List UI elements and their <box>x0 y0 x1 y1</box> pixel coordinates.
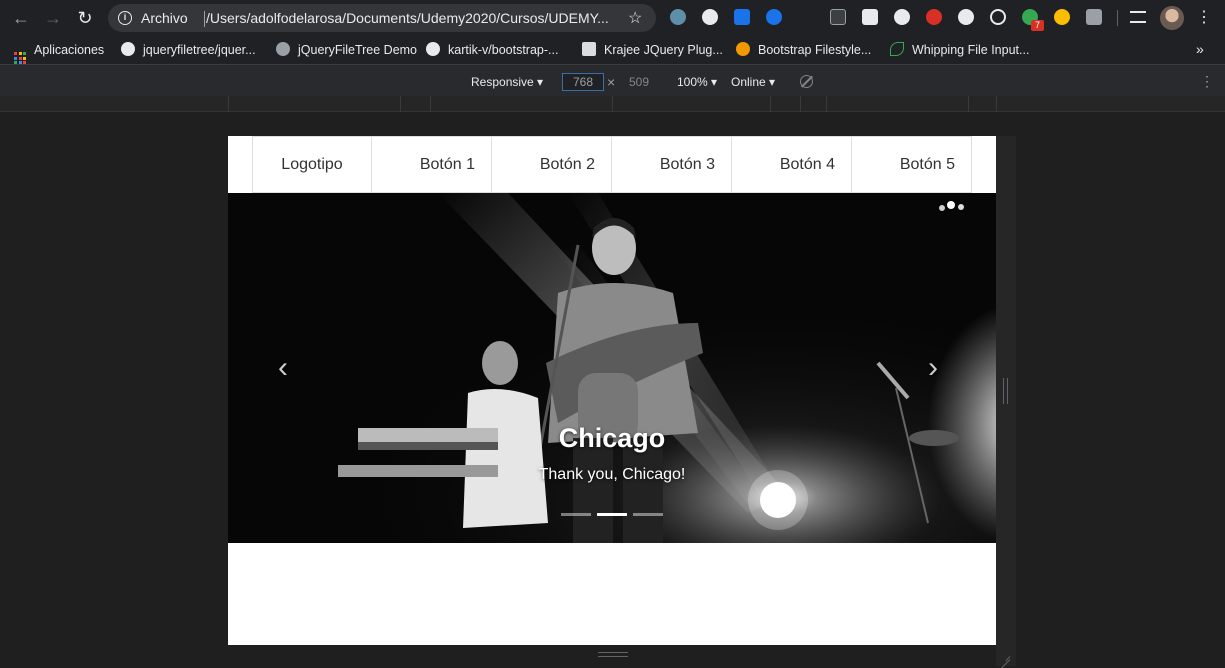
extension-search-icon[interactable] <box>702 9 718 25</box>
bookmark-whipping[interactable]: Whipping File Input... <box>890 41 1029 59</box>
carousel-caption-text: Thank you, Chicago! <box>538 466 686 483</box>
url-divider <box>204 11 205 27</box>
emulated-viewport: Logotipo Botón 1 Botón 2 Botón 3 Botón 4… <box>228 136 996 645</box>
rotate-icon[interactable] <box>800 75 813 88</box>
krajee-icon <box>582 42 596 56</box>
kebab-menu-icon[interactable]: ⋮ <box>1196 8 1212 28</box>
extension-moon-icon[interactable] <box>958 9 974 25</box>
nav-button-3[interactable]: Botón 3 <box>612 136 732 193</box>
carousel-prev-icon[interactable]: ‹ <box>278 353 288 383</box>
reload-icon[interactable]: ↻ <box>74 7 96 29</box>
extension-code-icon[interactable] <box>1086 9 1102 25</box>
nav-button-1[interactable]: Botón 1 <box>372 136 492 193</box>
bookmark-label: Aplicaciones <box>34 43 105 57</box>
throttle-select[interactable]: Online ▾ <box>731 75 775 89</box>
media-query-ruler <box>0 96 1225 112</box>
filestyle-icon <box>736 42 750 56</box>
globe-icon <box>276 42 290 56</box>
extension-target-icon[interactable] <box>990 9 1006 25</box>
nav-button-5[interactable]: Botón 5 <box>852 136 972 193</box>
browser-toolbar: ← → ↻ i Archivo /Users/adolfodelarosa/Do… <box>0 0 1225 36</box>
dimension-times-icon: × <box>607 74 616 90</box>
viewport-resize-handle-bottom[interactable] <box>598 652 628 657</box>
bookmark-label: jQueryFileTree Demo <box>298 43 418 57</box>
bookmark-apps[interactable]: Aplicaciones <box>14 41 105 64</box>
extension-terminal-icon[interactable] <box>830 9 846 25</box>
bookmark-jqueryfiletree-demo[interactable]: jQueryFileTree Demo <box>276 41 417 59</box>
nav-button-4[interactable]: Botón 4 <box>732 136 852 193</box>
carousel-indicator-2[interactable] <box>597 513 627 516</box>
device-select[interactable]: Responsive ▾ <box>471 75 543 89</box>
bookmark-label: Whipping File Input... <box>912 43 1030 57</box>
device-toolbar: Responsive ▾ 768 × 509 100% ▾ Online ▾ ⋮ <box>0 64 1225 96</box>
info-icon[interactable]: i <box>118 11 132 25</box>
bookmark-label: kartik-v/bootstrap-... <box>448 43 559 57</box>
bookmark-krajee[interactable]: Krajee JQuery Plug... <box>582 41 723 59</box>
extension-c-icon[interactable] <box>670 9 686 25</box>
star-icon[interactable]: ☆ <box>628 8 642 28</box>
bookmark-label: Krajee JQuery Plug... <box>604 43 723 57</box>
bookmarks-bar: Aplicaciones jqueryfiletree/jquer... jQu… <box>0 36 1225 64</box>
concert-photo <box>228 193 996 543</box>
bookmark-filestyle[interactable]: Bootstrap Filestyle... <box>736 41 871 59</box>
bookmark-jqueryfiletree[interactable]: jqueryfiletree/jquer... <box>121 41 256 59</box>
github-icon <box>426 42 440 56</box>
viewport-resize-handle-corner[interactable] <box>1000 650 1012 662</box>
bookmark-kartik[interactable]: kartik-v/bootstrap-... <box>426 41 558 59</box>
extension-grid-icon[interactable] <box>862 9 878 25</box>
carousel-indicator-1[interactable] <box>561 513 591 516</box>
avatar[interactable] <box>1160 6 1184 30</box>
extension-s-icon[interactable] <box>734 9 750 25</box>
bookmarks-overflow-icon[interactable]: » <box>1196 41 1204 57</box>
nav-logo[interactable]: Logotipo <box>252 136 372 193</box>
device-toolbar-menu-icon[interactable]: ⋮ <box>1200 73 1214 90</box>
back-arrow-icon[interactable]: ← <box>10 7 32 29</box>
image-carousel: ‹ › Chicago Thank you, Chicago! <box>228 193 996 543</box>
extension-check-icon[interactable] <box>766 9 782 25</box>
zoom-select[interactable]: 100% ▾ <box>677 75 717 89</box>
carousel-caption-title: Chicago <box>558 423 666 453</box>
media-queue-icon[interactable] <box>1130 11 1146 23</box>
extension-badge: 7 <box>1031 20 1044 31</box>
viewport-resize-handle-right[interactable] <box>1003 378 1008 404</box>
bookmark-label: Bootstrap Filestyle... <box>758 43 872 57</box>
forward-arrow-icon[interactable]: → <box>42 7 64 29</box>
apps-grid-icon <box>14 52 26 64</box>
url-text[interactable]: /Users/adolfodelarosa/Documents/Udemy202… <box>206 10 609 26</box>
extension-off-icon[interactable] <box>926 9 942 25</box>
carousel-indicator-3[interactable] <box>633 513 663 516</box>
url-scheme-label: Archivo <box>141 10 188 26</box>
toolbar-divider <box>1117 10 1118 26</box>
carousel-indicators <box>561 513 663 516</box>
site-navigation: Logotipo Botón 1 Botón 2 Botón 3 Botón 4… <box>252 136 972 193</box>
github-icon <box>121 42 135 56</box>
carousel-next-icon[interactable]: › <box>928 353 938 383</box>
nav-button-2[interactable]: Botón 2 <box>492 136 612 193</box>
bookmark-label: jqueryfiletree/jquer... <box>143 43 256 57</box>
viewport-height-input[interactable]: 509 <box>629 75 649 89</box>
address-bar[interactable]: i Archivo /Users/adolfodelarosa/Document… <box>108 4 656 32</box>
extension-magnifier-icon[interactable] <box>1054 9 1070 25</box>
leaf-icon <box>890 42 904 56</box>
viewport-width-input[interactable]: 768 <box>562 73 604 91</box>
extension-record-icon[interactable] <box>894 9 910 25</box>
